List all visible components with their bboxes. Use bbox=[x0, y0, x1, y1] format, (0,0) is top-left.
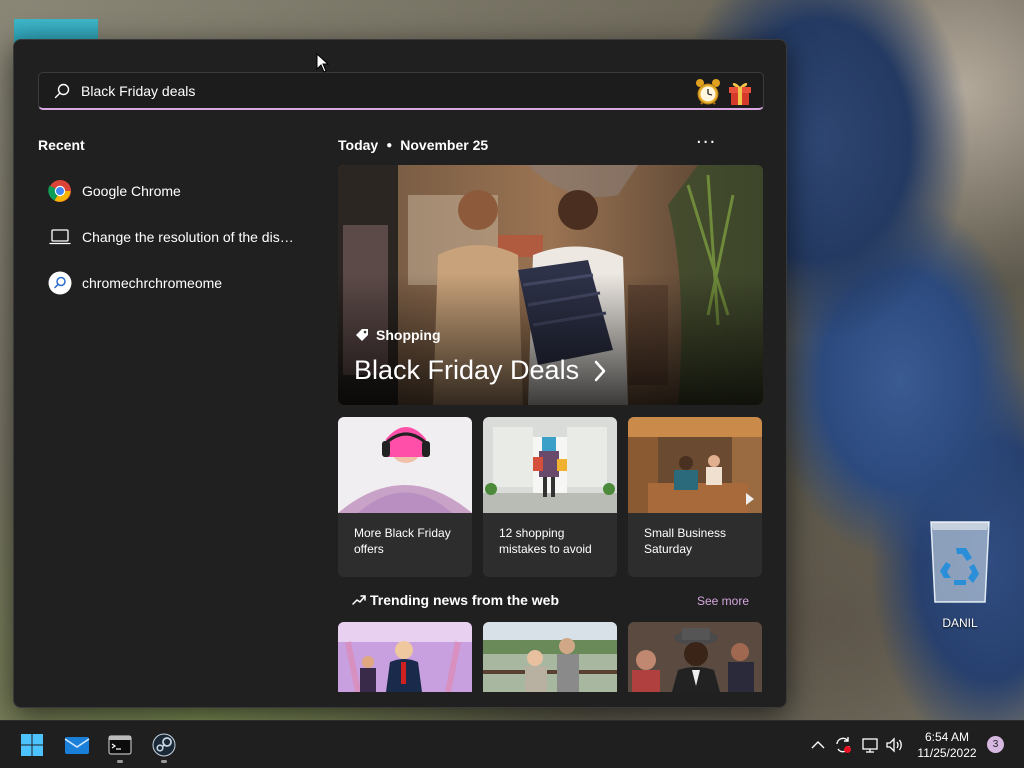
search-panel: Black Friday deals Recent Google Chrome … bbox=[13, 39, 787, 708]
tag-icon bbox=[356, 329, 368, 341]
card-title: More Black Friday offers bbox=[354, 526, 451, 556]
search-icon bbox=[54, 83, 70, 98]
terminal-icon bbox=[108, 735, 132, 755]
mail-icon bbox=[64, 737, 90, 754]
recent-item-search-result[interactable]: chromechrchromeome bbox=[38, 260, 308, 306]
network-button[interactable] bbox=[861, 735, 879, 755]
separator-dot: ● bbox=[386, 139, 393, 151]
mouse-cursor bbox=[316, 53, 330, 73]
recent-item-change-resolution[interactable]: Change the resolution of the display bbox=[38, 214, 308, 260]
steam-app-button[interactable] bbox=[146, 729, 182, 763]
terminal-app-button[interactable] bbox=[102, 729, 138, 763]
show-hidden-icons-button[interactable] bbox=[811, 735, 825, 755]
trending-heading: Trending news from the web bbox=[352, 592, 559, 608]
recycle-bin-icon bbox=[925, 518, 995, 604]
feed-date-header: Today ● November 25 bbox=[338, 137, 488, 153]
recent-item-label: Google Chrome bbox=[82, 183, 181, 199]
alarm-clock-icon bbox=[696, 79, 720, 105]
search-result-icon bbox=[48, 271, 72, 295]
news-thumbnail[interactable] bbox=[628, 622, 762, 692]
running-indicator bbox=[161, 760, 167, 763]
trending-up-icon bbox=[352, 595, 366, 605]
feed-cards: More Black Friday offers 12 shopping mis… bbox=[338, 417, 763, 577]
chevron-up-icon bbox=[811, 741, 825, 749]
news-thumbnail[interactable] bbox=[483, 622, 617, 692]
windows-logo-icon bbox=[21, 734, 43, 756]
clock[interactable]: 6:54 AM 11/25/2022 bbox=[912, 729, 982, 761]
hero-headline[interactable]: Black Friday Deals bbox=[354, 355, 607, 386]
card-small-business-saturday[interactable]: Small Business Saturday bbox=[628, 417, 762, 577]
recycle-bin[interactable]: DANIL bbox=[920, 518, 1000, 630]
recent-item-label: Change the resolution of the display bbox=[82, 229, 294, 245]
volume-button[interactable] bbox=[885, 735, 905, 755]
recent-item-label: chromechrchromeome bbox=[82, 275, 223, 291]
card-title: 12 shopping mistakes to avoid bbox=[499, 526, 592, 556]
gift-icon bbox=[729, 82, 751, 105]
chevron-right-icon bbox=[594, 360, 606, 381]
card-title: Small Business Saturday bbox=[644, 526, 727, 556]
start-button[interactable] bbox=[14, 729, 50, 761]
sync-status-button[interactable] bbox=[834, 735, 852, 755]
steam-icon bbox=[152, 733, 176, 757]
feed-date: November 25 bbox=[400, 137, 489, 153]
feed-day: Today bbox=[338, 137, 379, 153]
hero-category-label: Shopping bbox=[376, 327, 441, 343]
volume-icon bbox=[886, 737, 902, 753]
card-shopping-mistakes[interactable]: 12 shopping mistakes to avoid bbox=[483, 417, 617, 577]
notification-badge[interactable]: 3 bbox=[987, 736, 1004, 753]
recycle-bin-label: DANIL bbox=[942, 616, 978, 630]
hero-category: Shopping bbox=[354, 327, 441, 343]
sync-icon bbox=[836, 737, 851, 753]
hero-headline-text: Black Friday Deals bbox=[354, 355, 580, 385]
recent-heading: Recent bbox=[38, 137, 85, 153]
trending-news bbox=[338, 622, 763, 692]
laptop-icon bbox=[48, 225, 72, 249]
card-thumbnail bbox=[338, 417, 472, 513]
search-input[interactable]: Black Friday deals bbox=[81, 83, 195, 99]
recent-list: Google Chrome Change the resolution of t… bbox=[38, 168, 308, 306]
card-more-black-friday-offers[interactable]: More Black Friday offers bbox=[338, 417, 472, 577]
hero-card[interactable]: Shopping Black Friday Deals bbox=[338, 165, 763, 405]
clock-date: 11/25/2022 bbox=[917, 746, 977, 760]
clock-time: 6:54 AM bbox=[924, 730, 970, 744]
taskbar: 6:54 AM 11/25/2022 bbox=[0, 720, 1024, 768]
trending-title: Trending news from the web bbox=[370, 592, 560, 608]
running-indicator bbox=[117, 760, 123, 763]
recent-item-google-chrome[interactable]: Google Chrome bbox=[38, 168, 308, 214]
search-box[interactable]: Black Friday deals bbox=[38, 72, 764, 110]
network-icon bbox=[862, 738, 878, 753]
card-thumbnail bbox=[628, 417, 762, 513]
card-thumbnail bbox=[483, 417, 617, 513]
news-thumbnail[interactable] bbox=[338, 622, 472, 692]
mail-app-button[interactable] bbox=[59, 729, 95, 761]
chrome-icon bbox=[48, 179, 72, 203]
search-highlight-decoration bbox=[695, 77, 753, 107]
see-more-link[interactable]: See more bbox=[697, 594, 749, 608]
more-options-icon[interactable]: ··· bbox=[696, 132, 716, 153]
